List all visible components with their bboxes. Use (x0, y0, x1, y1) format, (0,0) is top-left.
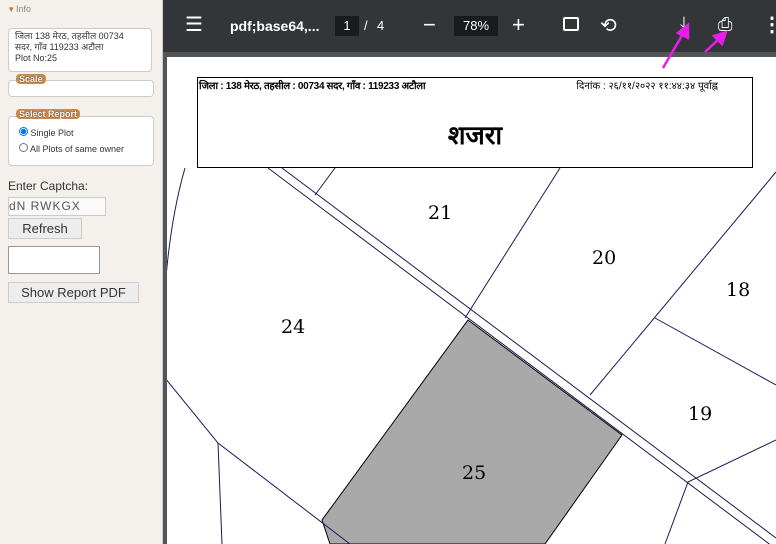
plot-boundary (167, 167, 186, 273)
sidebar: ▾ Info जिला 138 मेरठ, तहसील 00734 सदर, ग… (0, 0, 163, 544)
road-line (281, 167, 776, 539)
info-toggle[interactable]: ▾ Info (9, 4, 31, 15)
radio-all-plots[interactable]: All Plots of same owner (19, 143, 124, 154)
captcha-image: dN RWKGX (8, 197, 106, 216)
plot-label: 20 (592, 247, 616, 269)
rotate-icon[interactable]: ⟲ (600, 13, 617, 38)
pdf-page: जिला : 138 मेरठ, तहसील : 00734 सदर, गाँव… (167, 57, 776, 544)
zoom-out-icon[interactable]: − (423, 12, 436, 38)
menu-icon[interactable]: ☰ (185, 15, 203, 35)
page-number-input[interactable]: 1 (335, 16, 359, 36)
select-report-legend: Select Report (16, 109, 81, 119)
radio-label: All Plots of same owner (30, 144, 125, 154)
captcha-label: Enter Captcha: (8, 179, 89, 193)
plot-label: 21 (428, 202, 452, 224)
radio-single-plot[interactable]: Single Plot (19, 127, 74, 138)
more-options-icon[interactable]: ⋮ (762, 12, 776, 37)
plot-boundary (664, 439, 776, 544)
radio[interactable] (19, 143, 28, 152)
download-icon[interactable]: ⤓ (680, 13, 688, 34)
plot-boundary (589, 171, 776, 396)
plot-label: 18 (726, 279, 750, 301)
header-date: दिनांक : २६/११/२०२२ ११:४४:३४ पूर्वाह्न (576, 81, 718, 92)
road-line (267, 167, 771, 544)
zoom-in-icon[interactable]: + (512, 12, 525, 38)
page-separator: / (364, 18, 368, 33)
document-title-shajra: शजरा (447, 120, 503, 150)
print-icon[interactable]: ⎙ (718, 14, 732, 35)
plot-boundary (464, 167, 561, 319)
plot-label: 19 (688, 403, 712, 425)
pdf-toolbar: ☰ pdf;base64,... 1 / 4 − 78% + ⟲ ⤓ ⎙ ⋮ (163, 0, 776, 52)
plot-boundary (217, 442, 351, 544)
plot-label: 24 (281, 316, 305, 338)
info-line: जिला 138 मेरठ, तहसील 00734 (15, 31, 124, 41)
page-total: 4 (377, 18, 385, 33)
info-label: Info (16, 4, 32, 14)
info-line: सदर, गाँव 119233 अटौला (15, 42, 104, 52)
radio-label: Single Plot (30, 128, 74, 138)
captcha-input[interactable] (8, 246, 100, 274)
zoom-input[interactable]: 78% (454, 16, 498, 36)
plot-label: 25 (462, 462, 486, 484)
plot-boundary (314, 167, 336, 196)
triangle-down-icon: ▾ (9, 4, 14, 14)
header-location: जिला : 138 मेरठ, तहसील : 00734 सदर, गाँव… (199, 81, 426, 92)
radio[interactable] (19, 127, 28, 136)
show-report-pdf-button[interactable]: Show Report PDF (8, 282, 139, 303)
plot-info-box: जिला 138 मेरठ, तहसील 00734 सदर, गाँव 119… (8, 28, 152, 72)
plot-boundary (167, 379, 223, 544)
info-line: Plot No:25 (15, 53, 58, 63)
document-header-box: जिला : 138 मेरठ, तहसील : 00734 सदर, गाँव… (197, 77, 753, 168)
plot-boundary (654, 317, 776, 386)
fit-page-icon[interactable] (563, 17, 579, 31)
plot-25-highlight (321, 319, 623, 544)
document-title: pdf;base64,... (230, 18, 320, 34)
refresh-button[interactable]: Refresh (8, 218, 82, 239)
select-report-box: Single Plot All Plots of same owner (8, 116, 154, 166)
scale-legend: Scale (16, 74, 46, 84)
